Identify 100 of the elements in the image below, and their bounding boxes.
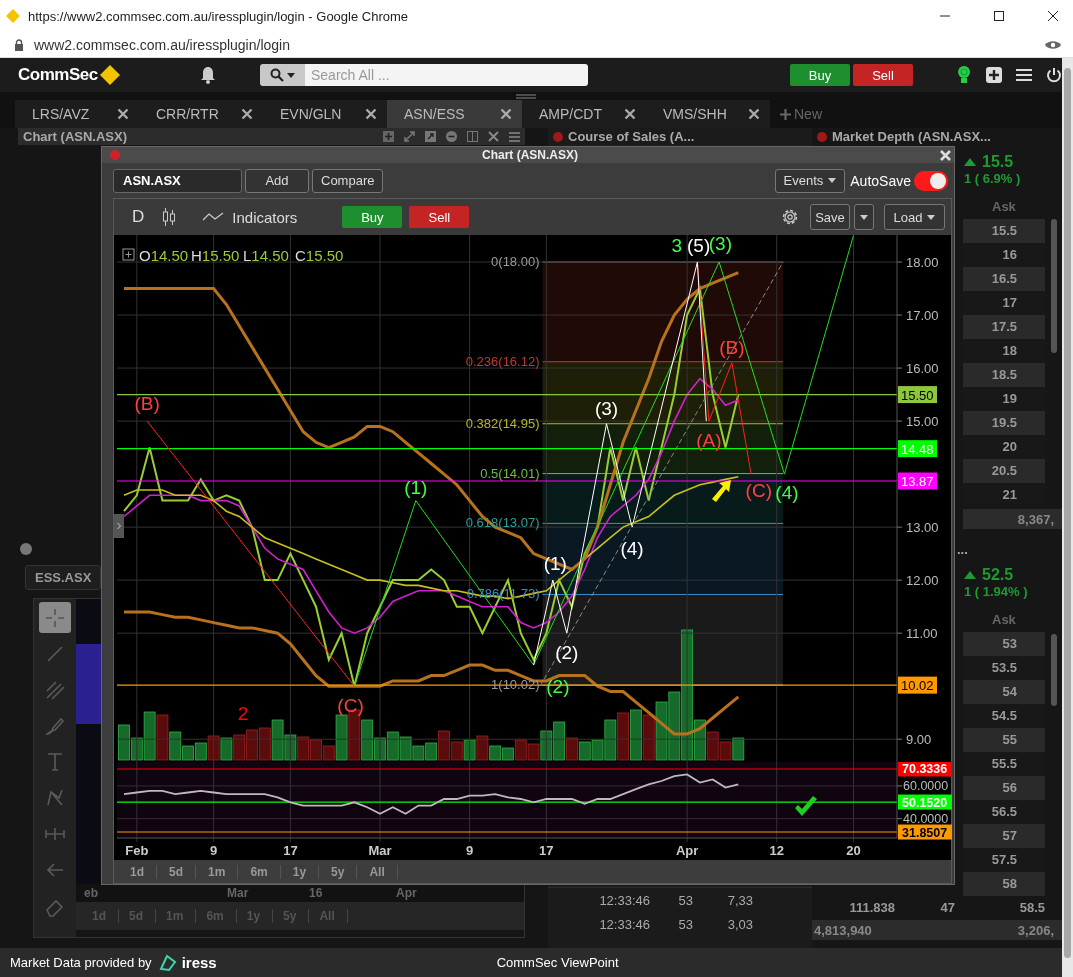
- range-button[interactable]: 5d: [157, 864, 197, 879]
- site-icon: [6, 9, 20, 23]
- logo-text: CommSec: [18, 65, 98, 85]
- axis-label: Feb: [125, 843, 149, 858]
- range-button[interactable]: 1d: [118, 864, 157, 879]
- buy-button[interactable]: Buy: [790, 64, 850, 86]
- close-button[interactable]: [1047, 10, 1059, 22]
- range-button[interactable]: All: [357, 864, 398, 879]
- axis-label: 11.00: [906, 626, 938, 642]
- light-bulb-icon[interactable]: [956, 65, 972, 85]
- scrollbar-thumb[interactable]: [1050, 634, 1057, 706]
- search-icon: [270, 68, 284, 82]
- symbol-field[interactable]: ESS.ASX: [25, 565, 101, 590]
- up-triangle-icon: [964, 570, 976, 579]
- table-cell-text: 7,33: [726, 892, 753, 908]
- plus-icon[interactable]: [986, 67, 1002, 83]
- scrollbar-thumb[interactable]: [1064, 68, 1071, 958]
- close-icon[interactable]: [117, 108, 129, 120]
- panel-title: Course of Sales (A...: [568, 129, 695, 144]
- axis-label: eb: [84, 886, 99, 900]
- price-change: 1 ( 6.9% ): [964, 170, 1022, 186]
- tab[interactable]: AMP/CDT: [522, 100, 646, 128]
- columns-icon[interactable]: [467, 131, 478, 142]
- candlestick-icon[interactable]: [162, 207, 177, 227]
- close-icon[interactable]: [500, 108, 512, 120]
- range-button[interactable]: 5y: [319, 864, 358, 879]
- buy-button[interactable]: Buy: [342, 206, 403, 228]
- pop-out-icon[interactable]: [425, 131, 436, 142]
- price-change: 1 ( 1.94% ): [964, 583, 1029, 599]
- range-button[interactable]: 1m: [196, 864, 239, 879]
- symbol-field[interactable]: ASN.ASX: [113, 168, 242, 193]
- column-header: Ask: [992, 198, 1016, 214]
- new-tab-button[interactable]: New: [770, 100, 828, 128]
- compare-button[interactable]: Compare: [312, 168, 384, 193]
- tab[interactable]: CRR/RTR: [139, 100, 263, 128]
- load-dropdown[interactable]: Load: [884, 204, 945, 230]
- close-icon[interactable]: [488, 131, 499, 142]
- app-name: CommSec ViewPoint: [496, 955, 619, 970]
- indicators-button[interactable]: Indicators: [196, 207, 304, 227]
- table-cell: 54: [963, 680, 1045, 704]
- url-text[interactable]: www2.commsec.com.au/iressplugin/login: [34, 36, 290, 53]
- ohlc-value: L14.50: [243, 247, 289, 264]
- eye-icon[interactable]: [1045, 39, 1061, 50]
- expand-icon[interactable]: [404, 131, 415, 142]
- caret-icon: [287, 72, 295, 78]
- save-button[interactable]: Save: [810, 204, 850, 230]
- close-icon[interactable]: [624, 108, 636, 120]
- total-value: 4,813,940: [814, 922, 872, 938]
- close-icon[interactable]: [748, 108, 760, 120]
- range-button[interactable]: 6m: [238, 864, 281, 879]
- save-menu-button[interactable]: [854, 204, 874, 230]
- range-button[interactable]: 1y: [280, 864, 320, 879]
- interval-button[interactable]: D: [132, 207, 145, 227]
- tab[interactable]: EVN/GLN: [263, 100, 387, 128]
- table-cell: 16.5: [963, 267, 1045, 291]
- price-badge: 13.87: [898, 472, 937, 490]
- table-cell: 18.5: [963, 363, 1045, 387]
- scrollbar-thumb[interactable]: [1050, 219, 1057, 353]
- drag-handle-icon[interactable]: [516, 93, 536, 99]
- tab[interactable]: VMS/SHH: [646, 100, 770, 128]
- events-dropdown[interactable]: Events: [774, 168, 846, 193]
- caret-icon: [927, 214, 936, 220]
- bell-icon[interactable]: [200, 66, 216, 84]
- search-field[interactable]: Search All ...: [305, 64, 588, 86]
- power-icon[interactable]: [1046, 67, 1062, 83]
- caret-icon: [860, 214, 868, 220]
- wave-label: (4): [775, 482, 799, 504]
- add-button[interactable]: Add: [245, 168, 309, 193]
- sell-button[interactable]: Sell: [409, 206, 470, 228]
- table-cell: 15.5: [963, 219, 1045, 243]
- panel-title: ...: [957, 542, 968, 557]
- price-badge: 15.50: [898, 386, 937, 404]
- settings-icon[interactable]: [780, 207, 800, 227]
- table-cell: 56: [963, 776, 1045, 800]
- maximize-button[interactable]: [993, 10, 1005, 22]
- toggle-dot-icon[interactable]: [20, 542, 32, 555]
- autosave-toggle[interactable]: [914, 170, 948, 191]
- tab[interactable]: LRS/AVZ: [15, 100, 139, 128]
- axis-label: 18.00: [906, 255, 939, 271]
- table-cell: 19.5: [963, 411, 1045, 435]
- close-icon[interactable]: [365, 108, 377, 120]
- expand-handle-icon[interactable]: [114, 514, 124, 538]
- wave-icon: [202, 212, 225, 222]
- table-cell-text: 12:33:46: [598, 892, 650, 908]
- window-title: Chart (ASN.ASX): [481, 148, 579, 162]
- provider-text: Market Data provided by: [10, 955, 152, 970]
- table-cell: 17.5: [963, 315, 1045, 339]
- fib-label: 0.5(14.01): [480, 465, 540, 481]
- sell-button[interactable]: Sell: [853, 64, 913, 86]
- iress-logo-icon: [158, 953, 177, 972]
- tab[interactable]: ASN/ESS: [387, 100, 522, 128]
- close-icon[interactable]: [241, 108, 253, 120]
- minimize-icon[interactable]: [446, 131, 457, 142]
- wave-label: (B): [134, 393, 160, 415]
- expand-icon[interactable]: [122, 248, 135, 261]
- axis-label: Mar: [227, 886, 250, 900]
- axis-label: 20: [846, 843, 861, 858]
- table-cell-text: 53: [677, 916, 693, 932]
- panel-title: Chart (ASN.ASX): [23, 129, 127, 144]
- search-button[interactable]: [260, 64, 305, 86]
